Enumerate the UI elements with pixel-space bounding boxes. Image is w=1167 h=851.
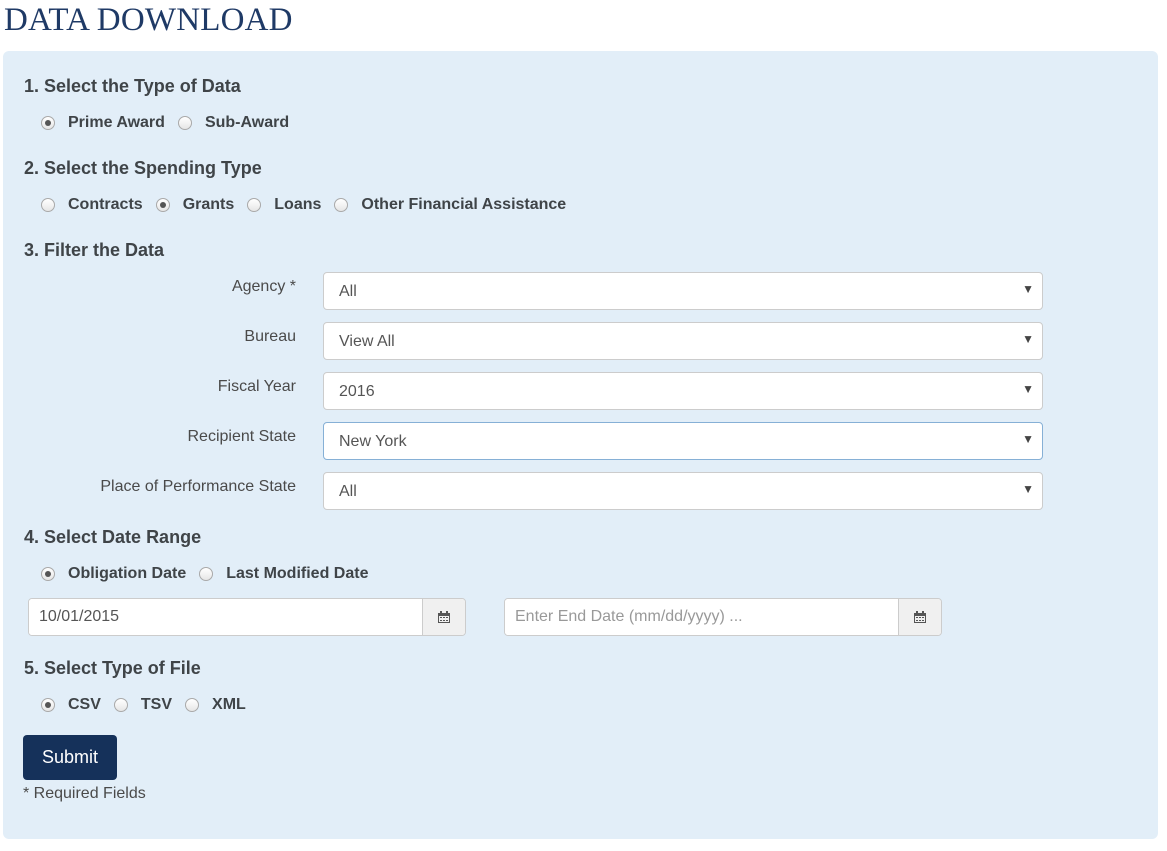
section-heading-file-type: 5. Select Type of File bbox=[24, 658, 201, 678]
radio-label: Contracts bbox=[68, 196, 143, 213]
radio-button[interactable] bbox=[41, 198, 55, 212]
radio-obligation-date[interactable]: Obligation Date bbox=[41, 565, 186, 583]
radio-label: Last Modified Date bbox=[226, 565, 369, 582]
radio-loans[interactable]: Loans bbox=[247, 196, 321, 214]
radio-label: Loans bbox=[274, 196, 322, 213]
place-of-performance-state-label: Place of Performance State bbox=[100, 478, 296, 495]
radio-button[interactable] bbox=[199, 567, 214, 581]
radio-button[interactable] bbox=[185, 698, 200, 712]
radio-button[interactable] bbox=[247, 198, 262, 212]
radio-button[interactable] bbox=[41, 567, 55, 581]
bureau-label: Bureau bbox=[244, 328, 296, 345]
radio-label: TSV bbox=[140, 696, 173, 713]
radio-button[interactable] bbox=[41, 698, 55, 712]
radio-csv[interactable]: CSV bbox=[41, 696, 101, 714]
section-heading-data-type: 1. Select the Type of Data bbox=[24, 76, 241, 96]
radio-button[interactable] bbox=[177, 116, 192, 130]
dropdown-arrow-icon: ▼ bbox=[1022, 432, 1034, 446]
start-date-input[interactable] bbox=[29, 599, 422, 635]
select-value: 2016 bbox=[339, 383, 375, 400]
dropdown-arrow-icon: ▼ bbox=[1022, 482, 1034, 496]
select-value: All bbox=[339, 283, 357, 300]
dropdown-arrow-icon: ▼ bbox=[1022, 282, 1034, 296]
calendar-icon bbox=[438, 611, 450, 623]
recipient-state-select[interactable]: New York ▼ bbox=[323, 422, 1043, 460]
select-value: All bbox=[339, 483, 357, 500]
submit-button[interactable]: Submit bbox=[23, 735, 117, 780]
radio-xml[interactable]: XML bbox=[185, 696, 246, 714]
data-type-radio-group: Prime Award Sub-Award bbox=[41, 114, 302, 132]
radio-label: Grants bbox=[182, 196, 235, 213]
radio-button[interactable] bbox=[41, 116, 55, 130]
radio-tsv[interactable]: TSV bbox=[113, 696, 173, 714]
start-date-calendar-button[interactable] bbox=[422, 599, 465, 635]
agency-label: Agency * bbox=[231, 278, 296, 295]
agency-select[interactable]: All ▼ bbox=[323, 272, 1043, 310]
start-date-group bbox=[28, 598, 466, 636]
radio-button[interactable] bbox=[113, 698, 128, 712]
select-value: View All bbox=[339, 333, 395, 350]
radio-button[interactable] bbox=[334, 198, 349, 212]
end-date-input[interactable] bbox=[505, 599, 898, 635]
radio-label: XML bbox=[212, 696, 246, 713]
required-fields-note: * Required Fields bbox=[23, 785, 146, 802]
radio-prime-award[interactable]: Prime Award bbox=[41, 114, 165, 132]
end-date-calendar-button[interactable] bbox=[898, 599, 941, 635]
radio-label: Other Financial Assistance bbox=[361, 196, 567, 213]
radio-last-modified-date[interactable]: Last Modified Date bbox=[199, 565, 368, 583]
date-type-radio-group: Obligation Date Last Modified Date bbox=[41, 565, 381, 583]
place-of-performance-state-select[interactable]: All ▼ bbox=[323, 472, 1043, 510]
radio-grants[interactable]: Grants bbox=[155, 196, 235, 214]
radio-contracts[interactable]: Contracts bbox=[41, 196, 143, 214]
recipient-state-label: Recipient State bbox=[187, 428, 296, 445]
dropdown-arrow-icon: ▼ bbox=[1022, 382, 1034, 396]
download-form-panel: 1. Select the Type of Data Prime Award S… bbox=[3, 51, 1158, 839]
fiscal-year-select[interactable]: 2016 ▼ bbox=[323, 372, 1043, 410]
section-heading-date-range: 4. Select Date Range bbox=[24, 527, 202, 547]
bureau-select[interactable]: View All ▼ bbox=[323, 322, 1043, 360]
page-title: DATA DOWNLOAD bbox=[4, 2, 293, 38]
radio-label: CSV bbox=[68, 696, 101, 713]
fiscal-year-label: Fiscal Year bbox=[217, 378, 296, 395]
calendar-icon bbox=[914, 611, 926, 623]
radio-other-financial-assistance[interactable]: Other Financial Assistance bbox=[334, 196, 566, 214]
radio-label: Sub-Award bbox=[204, 114, 290, 131]
select-value: New York bbox=[339, 433, 407, 450]
section-heading-spending-type: 2. Select the Spending Type bbox=[24, 158, 262, 178]
radio-label: Prime Award bbox=[68, 114, 165, 131]
radio-sub-award[interactable]: Sub-Award bbox=[177, 114, 290, 132]
section-heading-filter: 3. Filter the Data bbox=[24, 240, 165, 260]
end-date-group bbox=[504, 598, 942, 636]
dropdown-arrow-icon: ▼ bbox=[1022, 332, 1034, 346]
file-type-radio-group: CSV TSV XML bbox=[41, 696, 259, 714]
radio-button[interactable] bbox=[155, 198, 170, 212]
spending-type-radio-group: Contracts Grants Loans Other Financial A… bbox=[41, 196, 579, 214]
radio-label: Obligation Date bbox=[68, 565, 187, 582]
